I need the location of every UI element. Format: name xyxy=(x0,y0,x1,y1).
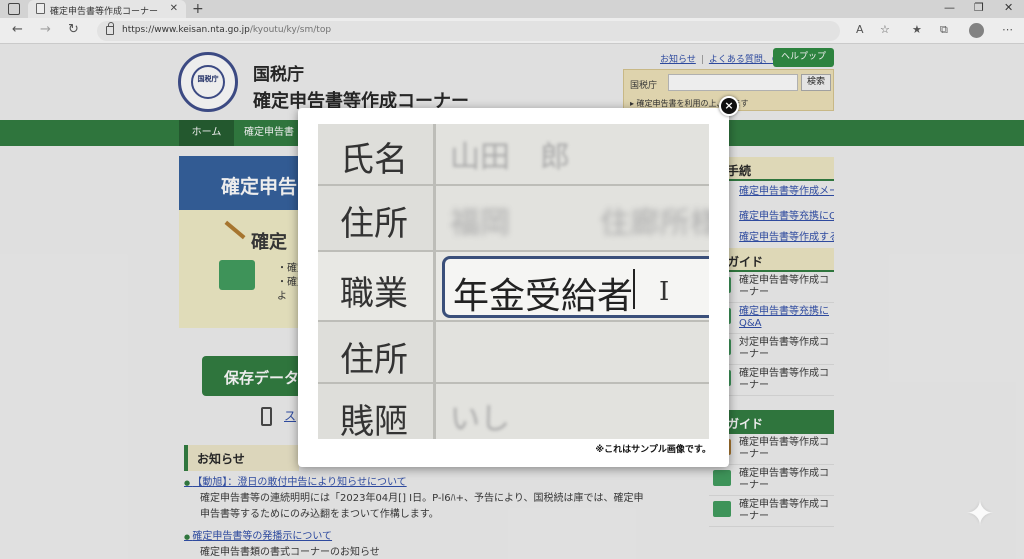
form-row: 氏名 山田 郎 xyxy=(318,124,709,184)
form-row-label: 職業 xyxy=(318,252,436,320)
ibeam-cursor-icon: I xyxy=(659,277,670,307)
text-caret xyxy=(633,269,635,309)
form-row-label: 氏名 xyxy=(318,124,436,184)
sample-image-modal: 氏名 山田 郎 住所 福岡 住廊所様 職業 年金受給者 I 住所 賎陋 いし ※… xyxy=(298,108,729,467)
form-row-value: 山田 郎 xyxy=(450,140,570,175)
sample-image: 氏名 山田 郎 住所 福岡 住廊所様 職業 年金受給者 I 住所 賎陋 いし xyxy=(318,124,709,439)
form-row-value: 福岡 住廊所様 xyxy=(450,206,709,241)
form-row: 住所 xyxy=(318,320,709,382)
sample-note: ※これはサンプル画像です。 xyxy=(595,445,711,455)
sparkle-icon: ✦ xyxy=(965,494,995,534)
form-row: 職業 年金受給者 I xyxy=(318,250,709,320)
form-row-label: 住所 xyxy=(318,186,436,250)
occupation-value: 年金受給者 xyxy=(453,276,634,317)
form-row-label: 賎陋 xyxy=(318,384,436,439)
close-icon[interactable]: × xyxy=(719,96,739,116)
form-row: 住所 福岡 住廊所様 xyxy=(318,184,709,250)
occupation-field: 年金受給者 I xyxy=(442,256,709,318)
form-row-label: 住所 xyxy=(318,322,436,382)
form-row-value: いし xyxy=(450,402,510,437)
form-row: 賎陋 いし xyxy=(318,382,709,439)
